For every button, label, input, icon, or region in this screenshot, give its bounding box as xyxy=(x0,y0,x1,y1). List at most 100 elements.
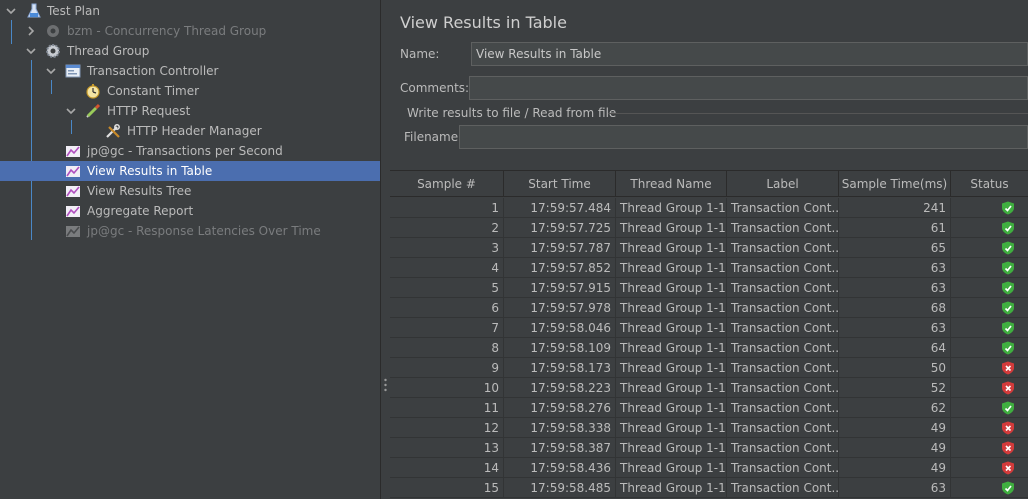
splitter-grip-icon[interactable] xyxy=(384,378,387,394)
table-row[interactable]: 4 17:59:57.852 Thread Group 1-1 Transaction… xyxy=(390,258,1028,278)
cell-label: Transaction Cont... xyxy=(727,378,839,398)
failure-shield-icon xyxy=(1002,441,1014,455)
cell-sample-number: 7 xyxy=(390,318,504,338)
tree-item-http-header-manager[interactable]: HTTP Header Manager xyxy=(0,121,380,141)
cell-sample-number: 13 xyxy=(390,438,504,458)
graph-icon xyxy=(65,223,81,239)
cell-sample-time: 52 xyxy=(839,378,951,398)
cell-thread-name: Thread Group 1-1 xyxy=(616,298,727,318)
cell-label: Transaction Cont... xyxy=(727,318,839,338)
cell-label: Transaction Cont... xyxy=(727,478,839,498)
table-row[interactable]: 12 17:59:58.338 Thread Group 1-1 Transactio… xyxy=(390,418,1028,438)
cell-sample-number: 10 xyxy=(390,378,504,398)
chevron-right-icon[interactable] xyxy=(25,21,37,41)
cell-sample-number: 12 xyxy=(390,418,504,438)
table-row[interactable]: 10 17:59:58.223 Thread Group 1-1 Transactio… xyxy=(390,378,1028,398)
cell-label: Transaction Cont... xyxy=(727,358,839,378)
cell-thread-name: Thread Group 1-1 xyxy=(616,358,727,378)
chevron-down-icon[interactable] xyxy=(65,101,77,121)
cell-thread-name: Thread Group 1-1 xyxy=(616,398,727,418)
cell-thread-name: Thread Group 1-1 xyxy=(616,438,727,458)
success-shield-icon xyxy=(1002,321,1014,335)
cell-sample-number: 14 xyxy=(390,458,504,478)
graph-icon xyxy=(65,143,81,159)
column-header-sample-time[interactable]: Sample Time(ms) xyxy=(839,171,951,197)
panel-splitter[interactable] xyxy=(380,0,390,499)
table-row[interactable]: 13 17:59:58.387 Thread Group 1-1 Transactio… xyxy=(390,438,1028,458)
tree-item-response-latencies[interactable]: jp@gc - Response Latencies Over Time xyxy=(0,221,380,241)
cell-start-time: 17:59:57.787 xyxy=(504,238,616,258)
cell-label: Transaction Cont... xyxy=(727,258,839,278)
cell-sample-time: 49 xyxy=(839,458,951,478)
tree-item-transaction-controller[interactable]: Transaction Controller xyxy=(0,61,380,81)
cell-label: Transaction Cont... xyxy=(727,338,839,358)
comments-field[interactable] xyxy=(469,76,1028,100)
column-header-sample[interactable]: Sample # xyxy=(390,171,504,197)
table-row[interactable]: 14 17:59:58.436 Thread Group 1-1 Transactio… xyxy=(390,458,1028,478)
cell-label: Transaction Cont... xyxy=(727,238,839,258)
cell-start-time: 17:59:58.276 xyxy=(504,398,616,418)
failure-shield-icon xyxy=(1002,361,1014,375)
column-header-label[interactable]: Label xyxy=(727,171,839,197)
name-field[interactable] xyxy=(471,42,1028,66)
table-row[interactable]: 5 17:59:57.915 Thread Group 1-1 Transaction… xyxy=(390,278,1028,298)
page-title: View Results in Table xyxy=(400,13,567,32)
graph-icon xyxy=(65,203,81,219)
tree-item-label: Test Plan xyxy=(47,4,100,18)
table-row[interactable]: 1 17:59:57.484 Thread Group 1-1 Transaction… xyxy=(390,198,1028,218)
cell-start-time: 17:59:57.978 xyxy=(504,298,616,318)
column-header-thread-name[interactable]: Thread Name xyxy=(616,171,727,197)
tree-item-http-request[interactable]: HTTP Request xyxy=(0,101,380,121)
pipette-icon xyxy=(85,103,101,119)
gear-icon xyxy=(45,23,61,39)
tree-item-test-plan[interactable]: Test Plan xyxy=(0,1,380,21)
tree-item-concurrency-thread-group[interactable]: bzm - Concurrency Thread Group xyxy=(0,21,380,41)
filename-field[interactable] xyxy=(459,125,1028,149)
cell-thread-name: Thread Group 1-1 xyxy=(616,218,727,238)
column-header-status[interactable]: Status xyxy=(951,171,1028,197)
tree-item-label: View Results Tree xyxy=(87,184,192,198)
table-row[interactable]: 7 17:59:58.046 Thread Group 1-1 Transaction… xyxy=(390,318,1028,338)
column-header-start-time[interactable]: Start Time xyxy=(504,171,616,197)
cell-start-time: 17:59:57.915 xyxy=(504,278,616,298)
chevron-down-icon[interactable] xyxy=(45,61,57,81)
cell-sample-number: 2 xyxy=(390,218,504,238)
table-row[interactable]: 8 17:59:58.109 Thread Group 1-1 Transaction… xyxy=(390,338,1028,358)
cell-status xyxy=(951,378,1028,398)
cell-thread-name: Thread Group 1-1 xyxy=(616,198,727,218)
tree-item-label: HTTP Header Manager xyxy=(127,124,262,138)
chevron-down-icon[interactable] xyxy=(5,1,17,21)
tree-item-view-results-in-table[interactable]: View Results in Table xyxy=(0,161,380,181)
tree-item-view-results-tree[interactable]: View Results Tree xyxy=(0,181,380,201)
table-row[interactable]: 11 17:59:58.276 Thread Group 1-1 Transactio… xyxy=(390,398,1028,418)
chevron-down-icon[interactable] xyxy=(25,41,37,61)
cell-thread-name: Thread Group 1-1 xyxy=(616,418,727,438)
cell-sample-number: 6 xyxy=(390,298,504,318)
cell-sample-time: 50 xyxy=(839,358,951,378)
cell-start-time: 17:59:58.485 xyxy=(504,478,616,498)
cell-status xyxy=(951,318,1028,338)
table-row[interactable]: 6 17:59:57.978 Thread Group 1-1 Transaction… xyxy=(390,298,1028,318)
wrench-icon xyxy=(105,123,121,139)
tree-item-aggregate-report[interactable]: Aggregate Report xyxy=(0,201,380,221)
cell-sample-number: 5 xyxy=(390,278,504,298)
tree-item-transactions-per-second[interactable]: jp@gc - Transactions per Second xyxy=(0,141,380,161)
cell-status xyxy=(951,398,1028,418)
cell-sample-time: 63 xyxy=(839,258,951,278)
cell-start-time: 17:59:58.436 xyxy=(504,458,616,478)
table-row[interactable]: 2 17:59:57.725 Thread Group 1-1 Transaction… xyxy=(390,218,1028,238)
table-row[interactable]: 9 17:59:58.173 Thread Group 1-1 Transaction… xyxy=(390,358,1028,378)
cell-sample-number: 1 xyxy=(390,198,504,218)
table-row[interactable]: 15 17:59:58.485 Thread Group 1-1 Transactio… xyxy=(390,478,1028,498)
cell-label: Transaction Cont... xyxy=(727,298,839,318)
cell-sample-number: 3 xyxy=(390,238,504,258)
cell-sample-time: 65 xyxy=(839,238,951,258)
success-shield-icon xyxy=(1002,281,1014,295)
tree-item-thread-group[interactable]: Thread Group xyxy=(0,41,380,61)
table-row[interactable]: 3 17:59:57.787 Thread Group 1-1 Transaction… xyxy=(390,238,1028,258)
cell-start-time: 17:59:58.223 xyxy=(504,378,616,398)
tree-item-constant-timer[interactable]: Constant Timer xyxy=(0,81,380,101)
success-shield-icon xyxy=(1002,241,1014,255)
cell-thread-name: Thread Group 1-1 xyxy=(616,458,727,478)
cell-status xyxy=(951,258,1028,278)
